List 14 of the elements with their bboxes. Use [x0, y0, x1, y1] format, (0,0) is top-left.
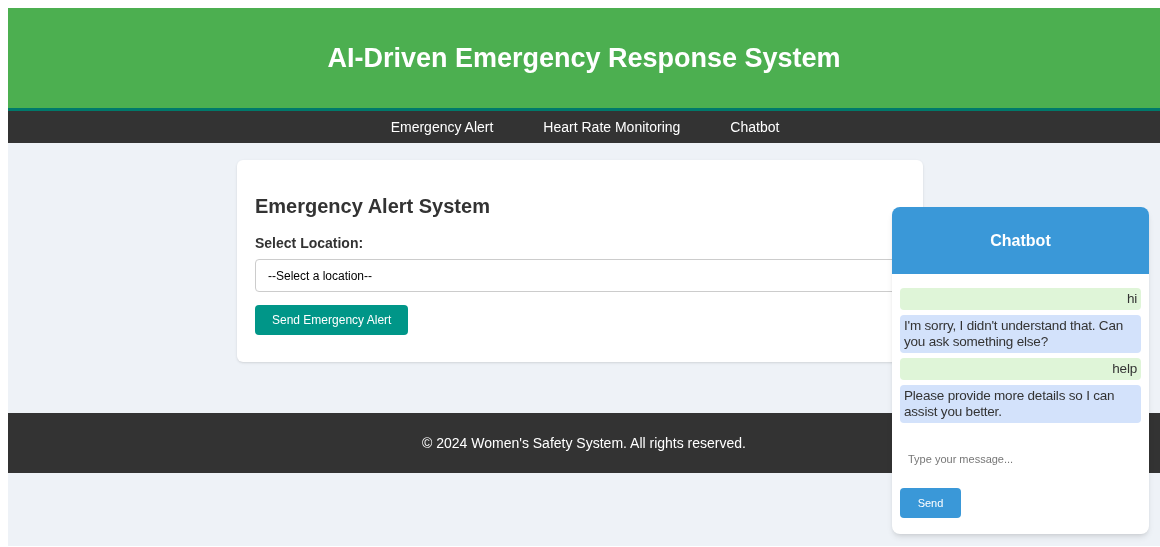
send-alert-button[interactable]: Send Emergency Alert — [255, 305, 409, 335]
user-message: help — [900, 358, 1141, 380]
nav-link[interactable]: Heart Rate Monitoring — [543, 116, 681, 138]
nav-link[interactable]: Chatbot — [730, 116, 780, 138]
user-message: hi — [900, 288, 1141, 310]
card-title: Emergency Alert System — [255, 194, 490, 219]
footer-text: © 2024 Women's Safety System. All rights reserved. — [422, 433, 746, 453]
message-input[interactable]: Type your message... — [900, 445, 1141, 473]
chatbot-title: Chatbot — [990, 230, 1051, 251]
nav-link[interactable]: Emergency Alert — [390, 116, 494, 138]
page-title: AI-Driven Emergency Response System — [327, 41, 841, 75]
bot-message: I'm sorry, I didn't understand that. Can you ask something else? — [900, 315, 1141, 353]
bot-message: Please provide more details so I can assist you better. — [900, 385, 1141, 423]
field-label: Select Location: — [255, 234, 364, 253]
